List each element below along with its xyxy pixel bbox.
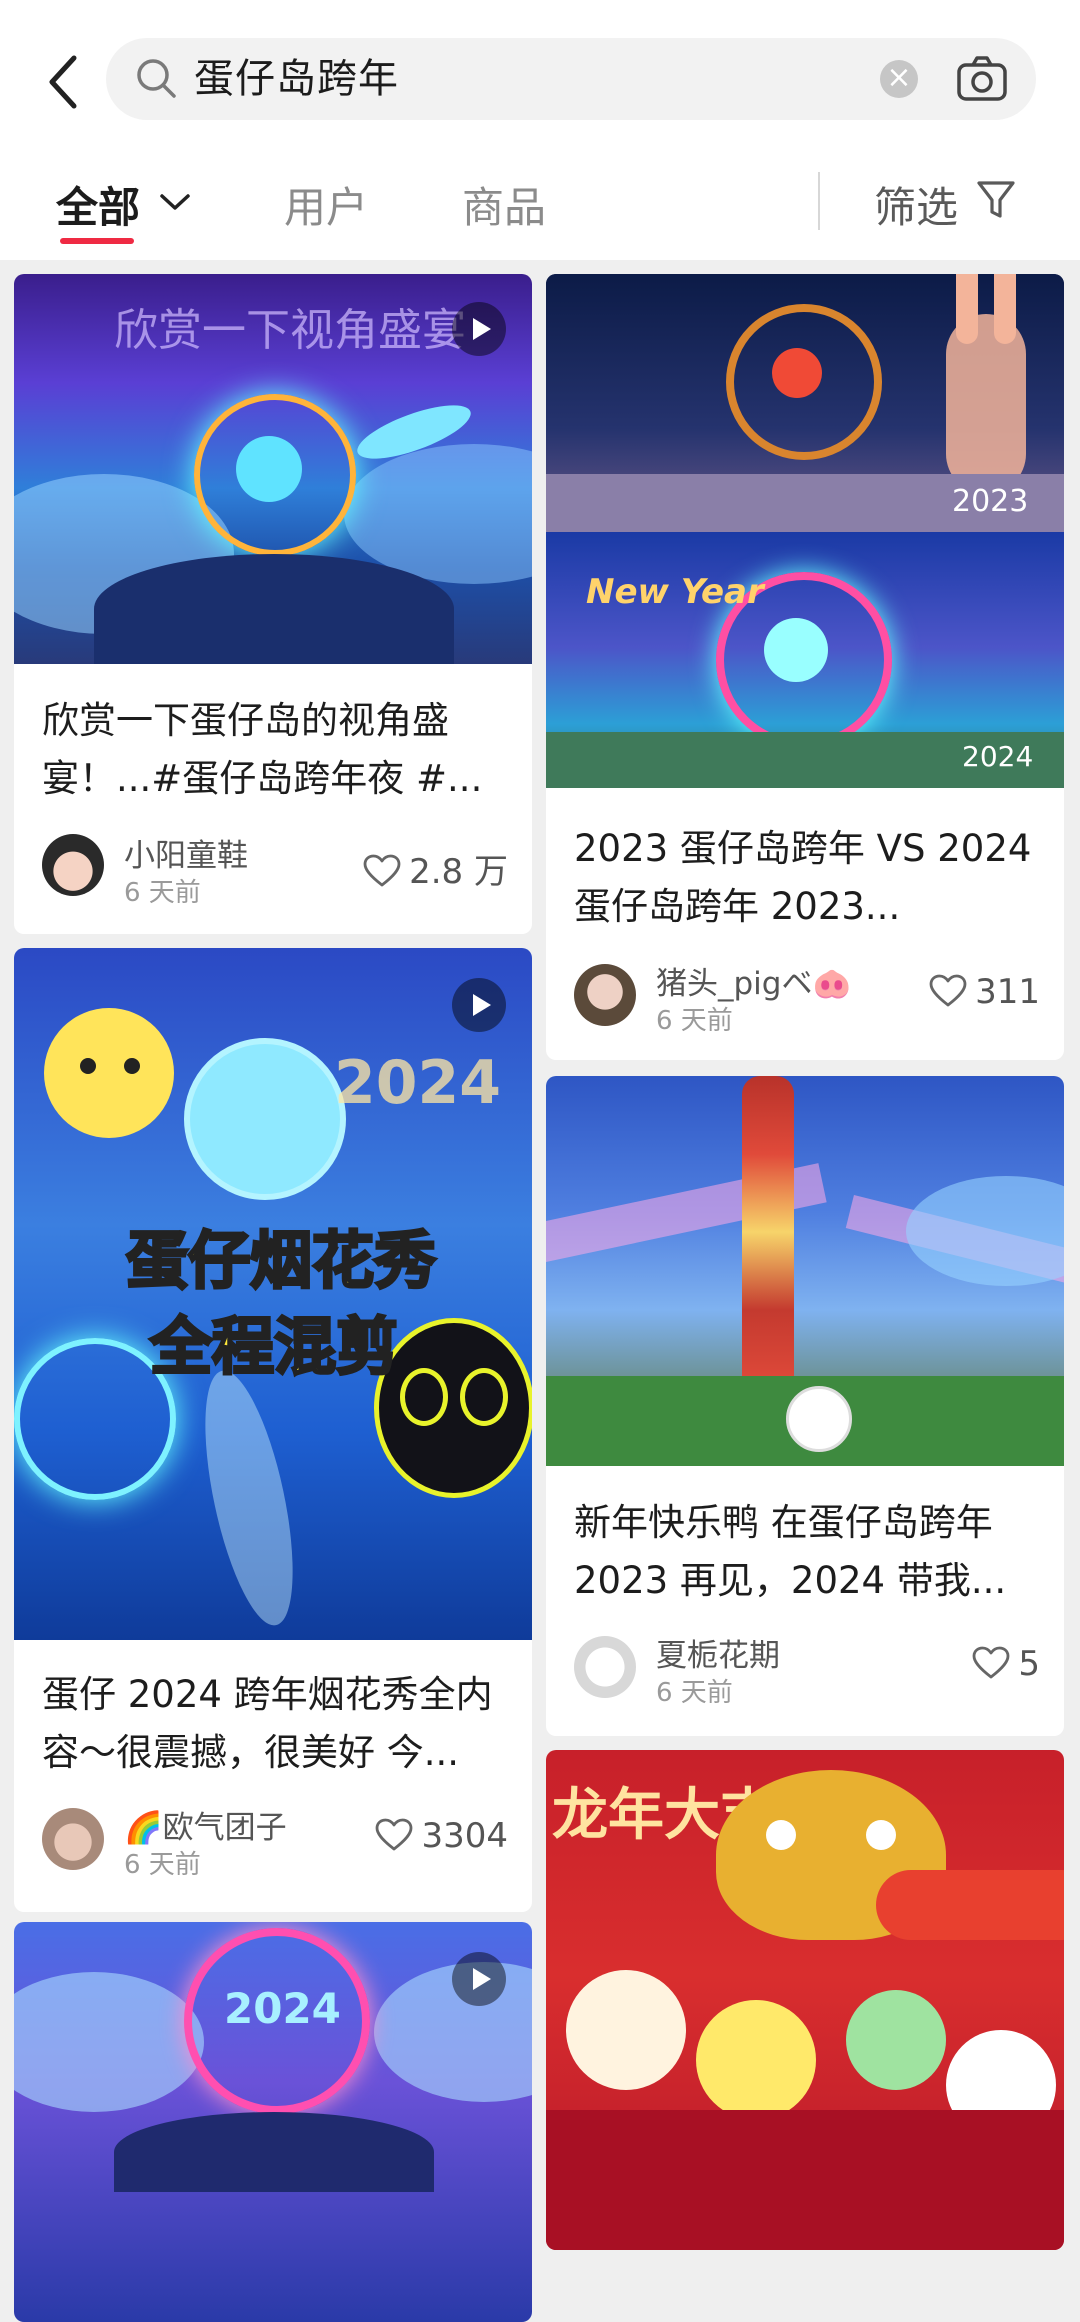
avatar[interactable] <box>42 834 104 896</box>
author-name[interactable]: 小阳童鞋 <box>124 830 248 875</box>
camera-icon[interactable] <box>956 54 1008 104</box>
like-count: 311 <box>975 972 1040 1012</box>
tab-users[interactable]: 用户 <box>284 174 368 235</box>
heart-icon <box>376 1818 413 1851</box>
post-time: 6 天前 <box>124 878 201 908</box>
heart-icon <box>929 974 967 1007</box>
video-play-icon <box>452 978 506 1032</box>
filter-funnel-icon[interactable] <box>976 178 1016 222</box>
author-name[interactable]: 猪头_pigベ🐽 <box>656 958 851 1003</box>
filter-button[interactable]: 筛选 <box>874 174 958 235</box>
post-card[interactable]: 2024 <box>14 1922 532 2322</box>
like-button[interactable]: 311 <box>929 972 1040 1012</box>
post-title: 欣赏一下蛋仔岛的视角盛宴！...#蛋仔岛跨年夜 #... <box>42 699 483 800</box>
post-card[interactable]: 龙年大吉 <box>546 1750 1064 2250</box>
author-name[interactable]: 夏栀花期 <box>656 1630 780 1675</box>
cover-year-top: 2023 <box>952 484 1029 519</box>
post-cover-image[interactable]: 欣赏一下视角盛宴 <box>14 274 532 664</box>
top-bar: 蛋仔岛跨年 × <box>0 0 1080 160</box>
author-name[interactable]: 🌈欧气团子 <box>124 1802 287 1847</box>
video-play-icon <box>452 1952 506 2006</box>
video-play-icon <box>452 302 506 356</box>
tab-divider <box>818 172 820 230</box>
cover-year: 2024 <box>224 1984 341 2033</box>
chevron-down-icon[interactable] <box>158 190 192 214</box>
post-card[interactable]: 欣赏一下视角盛宴 欣赏一下蛋仔岛的视角盛宴！...#蛋仔岛跨年夜 #... 小阳… <box>14 274 532 934</box>
cover-caption: 欣赏一下视角盛宴 <box>114 305 466 356</box>
post-time: 6 天前 <box>656 1006 733 1036</box>
post-title: 蛋仔 2024 跨年烟花秀全内容～很震撼，很美好 今... <box>42 1673 493 1774</box>
search-box[interactable]: 蛋仔岛跨年 × <box>106 38 1036 120</box>
cover-caption: 全程混剪 <box>148 1309 399 1385</box>
avatar[interactable] <box>574 1636 636 1698</box>
like-count: 2.8 万 <box>409 852 508 892</box>
tab-products[interactable]: 商品 <box>462 174 546 235</box>
like-count: 3304 <box>421 1816 508 1856</box>
cover-caption: 蛋仔烟花秀 <box>124 1223 437 1299</box>
back-arrow-icon[interactable] <box>40 52 90 112</box>
avatar[interactable] <box>42 1808 104 1870</box>
search-icon <box>137 59 176 98</box>
post-title: 新年快乐鸭 在蛋仔岛跨年 2023 再见，2024 带我... <box>574 1501 1007 1602</box>
post-cover-image[interactable]: 2024 <box>14 1922 532 2322</box>
active-tab-indicator <box>60 238 134 244</box>
like-count: 5 <box>1018 1644 1040 1684</box>
like-button[interactable]: 2.8 万 <box>363 844 508 893</box>
filter-tabs: 全部 用户 商品 筛选 <box>0 160 1080 260</box>
post-cover-image[interactable]: 龙年大吉 <box>546 1750 1064 2250</box>
like-button[interactable]: 3304 <box>375 1816 508 1856</box>
like-button[interactable]: 5 <box>972 1644 1040 1684</box>
post-time: 6 天前 <box>656 1678 733 1708</box>
heart-icon <box>363 854 401 887</box>
post-title: 2023 蛋仔岛跨年 VS 2024 蛋仔岛跨年 2023... <box>574 827 1032 928</box>
cover-new-year: New Year <box>586 572 764 612</box>
cover-year-bottom: 2024 <box>962 740 1034 773</box>
cover-year: 2024 <box>334 1048 501 1118</box>
tab-all[interactable]: 全部 <box>56 174 140 235</box>
post-card[interactable]: 新年快乐鸭 在蛋仔岛跨年 2023 再见，2024 带我... 夏栀花期 6 天… <box>546 1076 1064 1736</box>
clear-search-icon[interactable]: × <box>880 60 918 98</box>
heart-icon <box>972 1646 1010 1679</box>
post-cover-image[interactable]: 2024 蛋仔烟花秀 全程混剪 <box>14 948 532 1640</box>
post-card[interactable]: 2024 蛋仔烟花秀 全程混剪 蛋仔 2024 跨年烟花秀全内容～很震撼，很美好… <box>14 948 532 1912</box>
post-cover-image[interactable] <box>546 1076 1064 1466</box>
post-time: 6 天前 <box>124 1850 201 1880</box>
post-card[interactable]: 2023 New Year 2024 2023 蛋仔岛跨年 VS 2024 蛋仔… <box>546 274 1064 1060</box>
avatar[interactable] <box>574 964 636 1026</box>
post-cover-image[interactable]: 2023 New Year 2024 <box>546 274 1064 788</box>
search-input[interactable]: 蛋仔岛跨年 <box>194 38 399 120</box>
